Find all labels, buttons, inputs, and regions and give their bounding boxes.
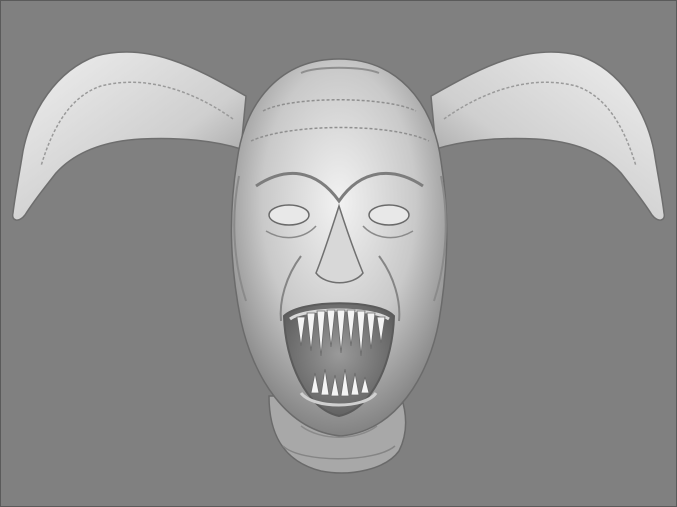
left-horn — [11, 51, 247, 221]
sculpt-viewport[interactable] — [0, 0, 677, 507]
demon-head-sculpt — [11, 51, 666, 474]
right-horn — [430, 51, 666, 221]
right-eye — [368, 204, 410, 226]
left-eye — [268, 204, 310, 226]
